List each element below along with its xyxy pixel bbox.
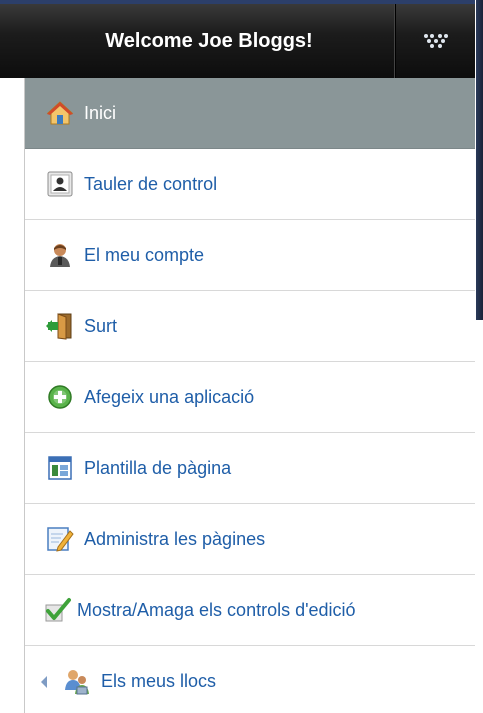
user-card-icon [46,170,74,198]
back-arrow-icon [37,675,51,689]
my-sites-icon [63,668,91,696]
menu-item-label: Mostra/Amaga els controls d'edició [77,599,356,620]
header-divider [394,4,395,78]
welcome-title: Welcome Joe Bloggs! [105,30,313,52]
menu-item-tauler-de-control[interactable]: Tauler de control [25,149,475,220]
menu-item-plantilla-de-pagina[interactable]: Plantilla de pàgina [25,433,475,504]
menu-item-label: Tauler de control [84,173,218,194]
home-icon [46,99,74,127]
checkmark-icon [43,596,71,624]
page-layout-icon [46,454,74,482]
exit-door-icon [46,312,74,340]
dots-diamond-icon [423,34,448,48]
menu-item-label: Afegeix una aplicació [84,386,255,407]
frame-edge [476,0,483,320]
dock-menu-panel: Welcome Joe Bloggs! Inici Tauler de cont… [0,0,483,713]
dock-toggle-button[interactable] [396,4,475,78]
menu-item-surt[interactable]: Surt [25,291,475,362]
menu-item-els-meus-llocs[interactable]: Els meus llocs [25,646,475,713]
menu-item-label: Inici [84,102,117,123]
menu-item-label: Administra les pàgines [84,528,266,549]
menu-item-inici[interactable]: Inici [25,78,475,149]
menu-item-label: El meu compte [84,244,205,265]
dock-menu: Inici Tauler de control El meu compte Su… [24,78,475,713]
menu-item-label: Surt [84,315,118,336]
menu-item-mostra-amaga-controls[interactable]: Mostra/Amaga els controls d'edició [25,575,475,646]
menu-item-label: Els meus llocs [101,671,217,691]
menu-item-afegeix-una-aplicacio[interactable]: Afegeix una aplicació [25,362,475,433]
add-circle-icon [46,383,74,411]
account-user-icon [46,241,74,269]
menu-item-administra-les-pagines[interactable]: Administra les pàgines [25,504,475,575]
frame-edge-lower [476,320,483,713]
dock-header: Welcome Joe Bloggs! [0,0,475,78]
menu-item-label: Plantilla de pàgina [84,457,232,478]
edit-page-icon [46,525,74,553]
menu-item-el-meu-compte[interactable]: El meu compte [25,220,475,291]
